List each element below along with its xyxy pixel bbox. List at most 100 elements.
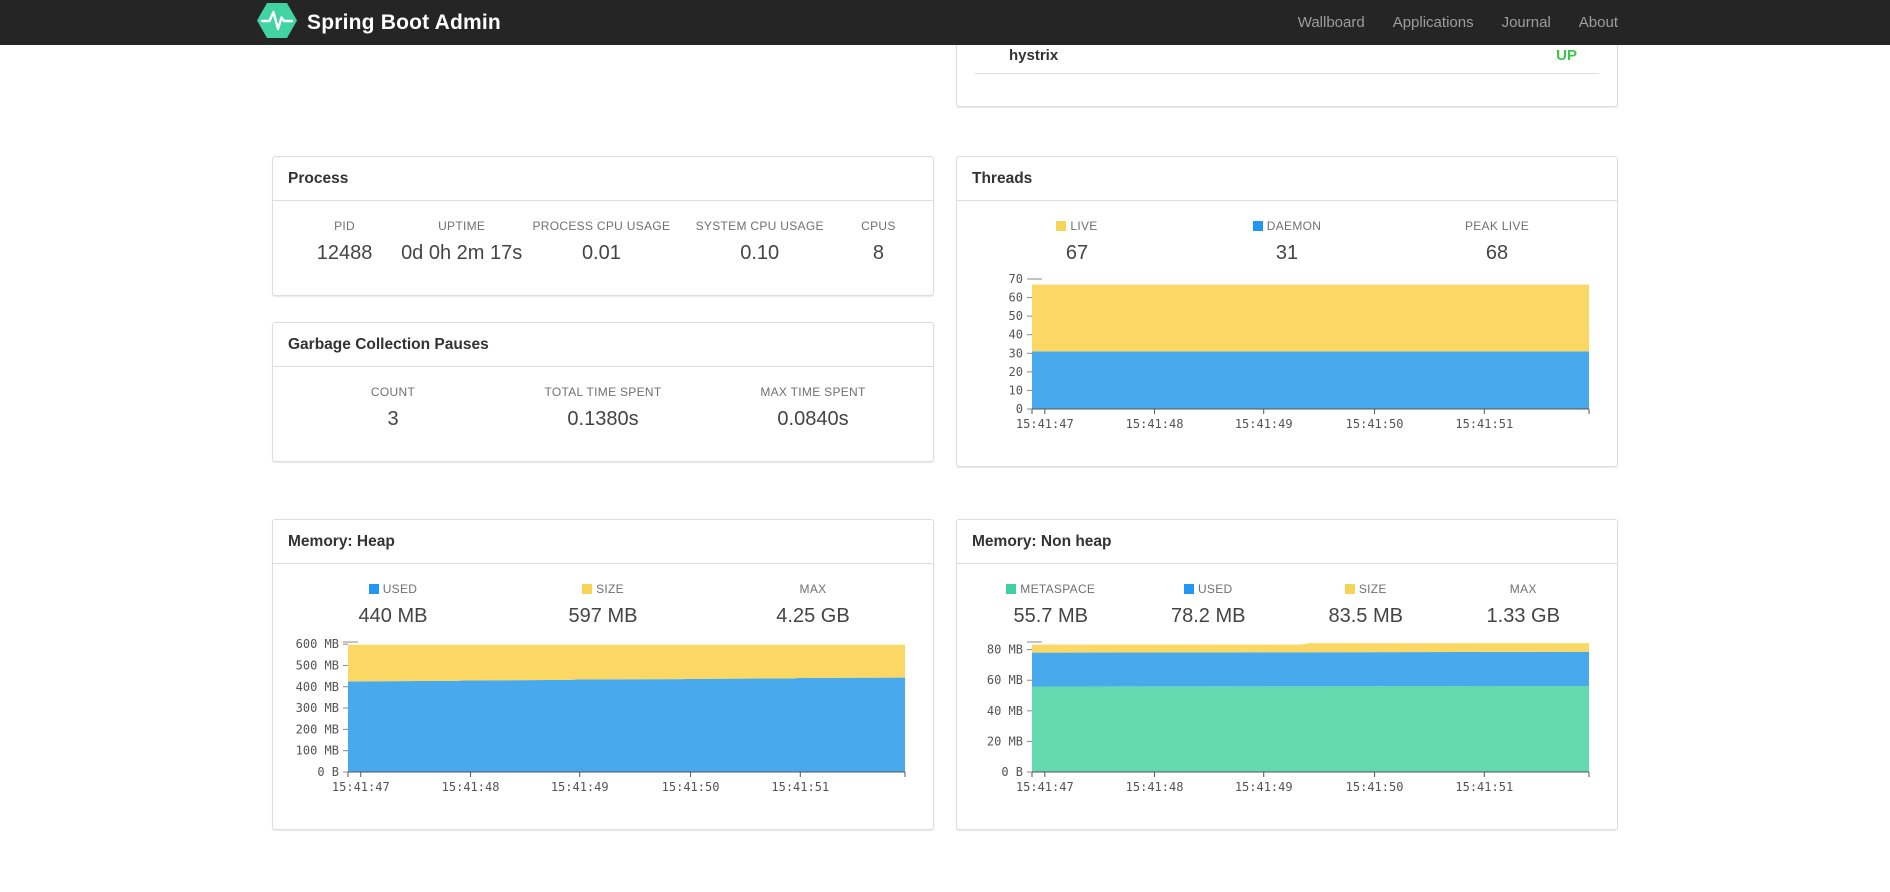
svg-text:15:41:49: 15:41:49	[1235, 780, 1293, 794]
legend-value: 68	[1485, 242, 1509, 264]
svg-text:200 MB: 200 MB	[296, 722, 339, 736]
memory-heap-heading: Memory: Heap	[273, 520, 933, 564]
nav-link-journal[interactable]: Journal	[1488, 0, 1565, 45]
used-swatch-icon	[368, 584, 379, 594]
legend-label: DAEMON	[1182, 219, 1392, 233]
svg-text:30: 30	[1009, 346, 1023, 360]
heap-legend: USED 440 MB SIZE 597 MB MAX 4.25 GB	[288, 582, 918, 628]
metric-value: 0d 0h 2m 17s	[401, 242, 523, 264]
threads-panel-heading: Threads	[957, 157, 1617, 201]
status-badge: UP	[1556, 47, 1577, 64]
metric-label: PROCESS CPU USAGE	[532, 219, 671, 233]
legend-peak-live: PEAK LIVE 68	[1392, 219, 1602, 265]
brand[interactable]: Spring Boot Admin	[257, 2, 501, 44]
metric-value: 0.0840s	[777, 408, 849, 430]
svg-text:40: 40	[1009, 328, 1023, 342]
svg-text:15:41:50: 15:41:50	[1346, 780, 1404, 794]
memory-nonheap-panel: Memory: Non heap METASPACE 55.7 MB USED …	[956, 519, 1618, 830]
metric-cpus: CPUS 8	[839, 219, 918, 265]
svg-text:40 MB: 40 MB	[987, 704, 1023, 718]
svg-text:15:41:51: 15:41:51	[1455, 780, 1513, 794]
legend-metaspace: METASPACE 55.7 MB	[972, 582, 1130, 628]
legend-value: 597 MB	[568, 605, 638, 627]
svg-text:0 B: 0 B	[317, 765, 339, 779]
health-panel: hystrix UP	[956, 45, 1618, 107]
threads-chart: 0 10 20 30 40 50 60 70 15:41:47 15:41:48 15:41:49 1…	[972, 272, 1602, 450]
metric-pid: PID 12488	[288, 219, 401, 265]
legend-max: MAX 4.25 GB	[708, 582, 918, 628]
process-panel-heading: Process	[273, 157, 933, 201]
svg-text:15:41:48: 15:41:48	[1126, 417, 1184, 431]
threads-legend: LIVE 67 DAEMON 31 PEAK LIVE 68	[972, 219, 1602, 265]
gc-panel-heading: Garbage Collection Pauses	[273, 323, 933, 367]
legend-value: 4.25 GB	[776, 605, 850, 627]
legend-value: 78.2 MB	[1171, 605, 1246, 627]
metric-label: TOTAL TIME SPENT	[544, 385, 662, 399]
brand-title: Spring Boot Admin	[307, 10, 501, 34]
spring-boot-admin-logo-icon	[257, 2, 297, 44]
metric-label: PID	[334, 219, 355, 233]
empty-left-column	[272, 45, 934, 156]
metric-gc-count: COUNT 3	[288, 385, 498, 431]
memory-nonheap-heading: Memory: Non heap	[957, 520, 1617, 564]
legend-value: 83.5 MB	[1328, 605, 1403, 627]
legend-value: 1.33 GB	[1486, 605, 1560, 627]
nav-link-wallboard[interactable]: Wallboard	[1284, 0, 1379, 45]
gc-metrics: COUNT 3 TOTAL TIME SPENT 0.1380s MAX TIM…	[288, 385, 918, 431]
legend-value: 440 MB	[358, 605, 428, 627]
metaspace-swatch-icon	[1006, 584, 1017, 594]
nav-link-applications[interactable]: Applications	[1379, 0, 1488, 45]
svg-text:15:41:50: 15:41:50	[662, 780, 720, 794]
svg-text:400 MB: 400 MB	[296, 680, 339, 694]
legend-daemon: DAEMON 31	[1182, 219, 1392, 265]
top-navbar: Spring Boot Admin Wallboard Applications…	[0, 0, 1890, 45]
svg-text:15:41:47: 15:41:47	[1016, 780, 1074, 794]
legend-used: USED 440 MB	[288, 582, 498, 628]
legend-label: SIZE	[1287, 582, 1445, 596]
nav-link-about[interactable]: About	[1565, 0, 1633, 45]
svg-text:20: 20	[1009, 365, 1023, 379]
legend-label: LIVE	[972, 219, 1182, 233]
svg-text:80 MB: 80 MB	[987, 643, 1023, 657]
svg-text:0 B: 0 B	[1001, 765, 1023, 779]
nav-links: Wallboard Applications Journal About	[1284, 0, 1633, 45]
metric-process-cpu-usage: PROCESS CPU USAGE 0.01	[522, 219, 680, 265]
metric-label: MAX TIME SPENT	[760, 385, 866, 399]
svg-text:20 MB: 20 MB	[987, 734, 1023, 748]
health-row-hystrix: hystrix UP	[975, 45, 1599, 74]
memory-heap-panel: Memory: Heap USED 440 MB SIZE 597 MB MAX…	[272, 519, 934, 830]
svg-text:15:41:47: 15:41:47	[332, 780, 390, 794]
svg-text:600 MB: 600 MB	[296, 637, 339, 651]
memory-heap-chart: 0 B 100 MB 200 MB 300 MB 400 MB 500 MB 600 MB 1…	[288, 636, 918, 813]
nonheap-legend: METASPACE 55.7 MB USED 78.2 MB SIZE 83.5…	[972, 582, 1602, 628]
svg-text:60 MB: 60 MB	[987, 673, 1023, 687]
svg-text:15:41:51: 15:41:51	[771, 780, 829, 794]
legend-value: 31	[1275, 242, 1299, 264]
metric-value: 8	[872, 242, 884, 264]
legend-label: MAX	[1509, 582, 1537, 596]
threads-panel: Threads LIVE 67 DAEMON 31 PEAK LIVE 68 0…	[956, 156, 1618, 467]
svg-text:0: 0	[1016, 402, 1023, 416]
legend-size: SIZE 597 MB	[498, 582, 708, 628]
svg-text:15:41:49: 15:41:49	[1235, 417, 1293, 431]
metric-gc-max-time: MAX TIME SPENT 0.0840s	[708, 385, 918, 431]
metric-uptime: UPTIME 0d 0h 2m 17s	[401, 219, 522, 265]
svg-text:10: 10	[1009, 383, 1023, 397]
metric-label: COUNT	[370, 385, 416, 399]
threads-panel-title: Threads	[972, 170, 1033, 187]
metric-value: 0.10	[740, 242, 780, 264]
used-swatch-icon	[1183, 584, 1194, 594]
metric-gc-total-time: TOTAL TIME SPENT 0.1380s	[498, 385, 708, 431]
legend-max: MAX 1.33 GB	[1445, 582, 1603, 628]
svg-text:15:41:48: 15:41:48	[442, 780, 500, 794]
metric-value: 12488	[316, 242, 373, 264]
metric-value: 0.01	[581, 242, 621, 264]
svg-text:15:41:50: 15:41:50	[1346, 417, 1404, 431]
svg-text:15:41:51: 15:41:51	[1455, 417, 1513, 431]
legend-label: METASPACE	[972, 582, 1130, 596]
legend-value: 67	[1065, 242, 1089, 264]
daemon-swatch-icon	[1252, 221, 1263, 231]
svg-text:300 MB: 300 MB	[296, 701, 339, 715]
legend-label: PEAK LIVE	[1464, 219, 1530, 233]
process-panel: Process PID 12488 UPTIME 0d 0h 2m 17s PR…	[272, 156, 934, 296]
